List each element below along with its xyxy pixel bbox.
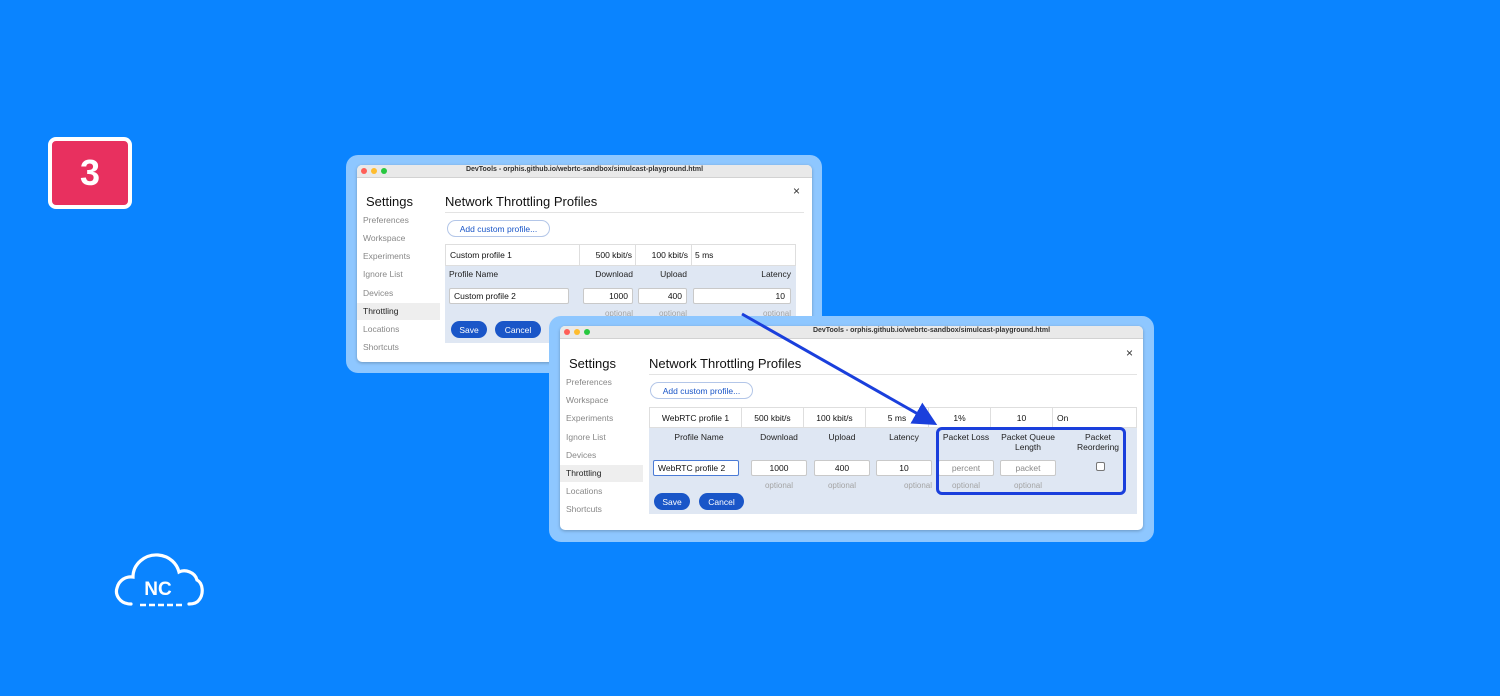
arrow-icon (741, 312, 938, 425)
